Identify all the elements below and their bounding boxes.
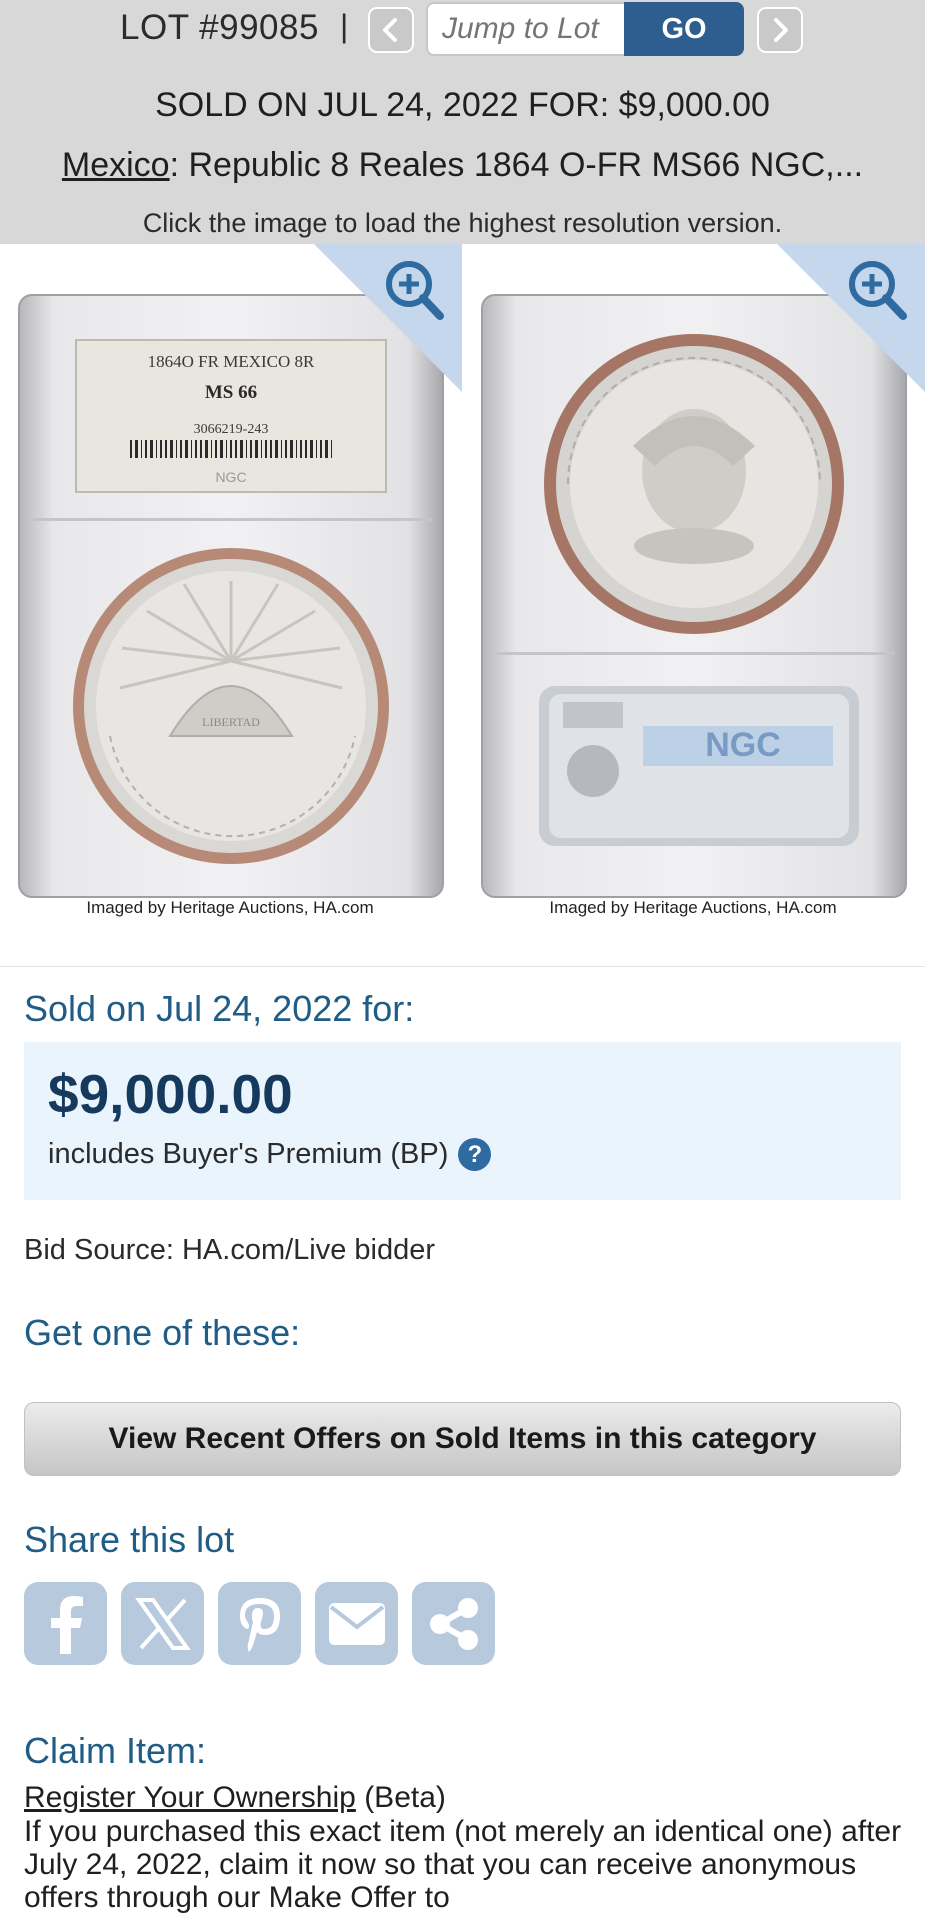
jump-to-lot-input[interactable] [426,2,625,56]
go-button[interactable]: GO [624,2,744,56]
lot-separator: | [340,8,349,44]
chevron-right-icon [774,18,788,42]
share-buttons [24,1582,495,1665]
lot-navigation-bar: LOT #99085 | GO [0,0,925,58]
svg-text:NGC: NGC [705,726,781,764]
zoom-in-icon[interactable] [314,244,462,394]
lot-title-text: : Republic 8 Reales 1864 O-FR MS66 NGC,.… [169,146,864,184]
svg-text:LIBERTAD: LIBERTAD [202,715,260,729]
x-icon [134,1597,191,1650]
beta-label: (Beta) [355,1781,446,1814]
share-email-button[interactable] [315,1582,398,1665]
register-ownership-link[interactable]: Register Your Ownership [24,1781,356,1814]
view-recent-offers-button[interactable]: View Recent Offers on Sold Items in this… [24,1402,901,1476]
image-hint: Click the image to load the highest reso… [142,208,783,238]
facebook-icon [50,1595,83,1654]
price-box: $9,000.00 includes Buyer's Premium (BP) … [24,1042,901,1200]
zoom-in-icon[interactable] [777,244,925,394]
chevron-left-icon [383,18,397,42]
pinterest-icon [239,1597,280,1652]
category-link[interactable]: Mexico [62,146,170,184]
register-ownership-line: Register Your Ownership (Beta) [24,1781,446,1815]
slab-label-cert: 3066219-243 [194,422,269,437]
email-icon [328,1602,385,1645]
lot-title: Mexico: Republic 8 Reales 1864 O-FR MS66… [0,146,925,185]
lot-number: LOT #99085 [120,8,319,47]
claim-description: If you purchased this exact item (not me… [24,1815,902,1914]
next-lot-button[interactable] [757,7,803,53]
claim-heading: Claim Item: [24,1730,207,1771]
section-divider [0,966,925,967]
share-x-button[interactable] [121,1582,204,1665]
sold-price: $9,000.00 [48,1063,293,1125]
lot-header: LOT #99085 | GO SOLD ON JUL 24, 2022 FOR… [0,0,925,244]
share-icon [429,1597,478,1650]
obverse-image[interactable]: 1864O FR MEXICO 8R MS 66 3066219-243 NGC [0,244,462,916]
get-one-heading: Get one of these: [24,1312,301,1353]
slab-label-grade: MS 66 [205,382,257,403]
sold-summary: SOLD ON JUL 24, 2022 FOR: $9,000.00 [155,86,770,124]
buyers-premium-text: includes Buyer's Premium (BP) [48,1138,449,1170]
previous-lot-button[interactable] [368,7,414,53]
share-more-button[interactable] [412,1582,495,1665]
share-heading: Share this lot [24,1519,235,1560]
reverse-image-credit: Imaged by Heritage Auctions, HA.com [549,898,837,917]
reverse-image[interactable]: NGC [463,244,925,916]
bid-source: Bid Source: HA.com/Live bidder [24,1234,436,1266]
slab-label-brand: NGC [215,469,246,485]
slab-label-line1: 1864O FR MEXICO 8R [148,352,315,371]
help-icon[interactable]: ? [458,1138,492,1171]
share-facebook-button[interactable] [24,1582,107,1665]
obverse-image-credit: Imaged by Heritage Auctions, HA.com [86,898,374,917]
buyers-premium-note: includes Buyer's Premium (BP) ? [48,1138,492,1171]
sold-heading: Sold on Jul 24, 2022 for: [24,988,415,1029]
share-pinterest-button[interactable] [218,1582,301,1665]
